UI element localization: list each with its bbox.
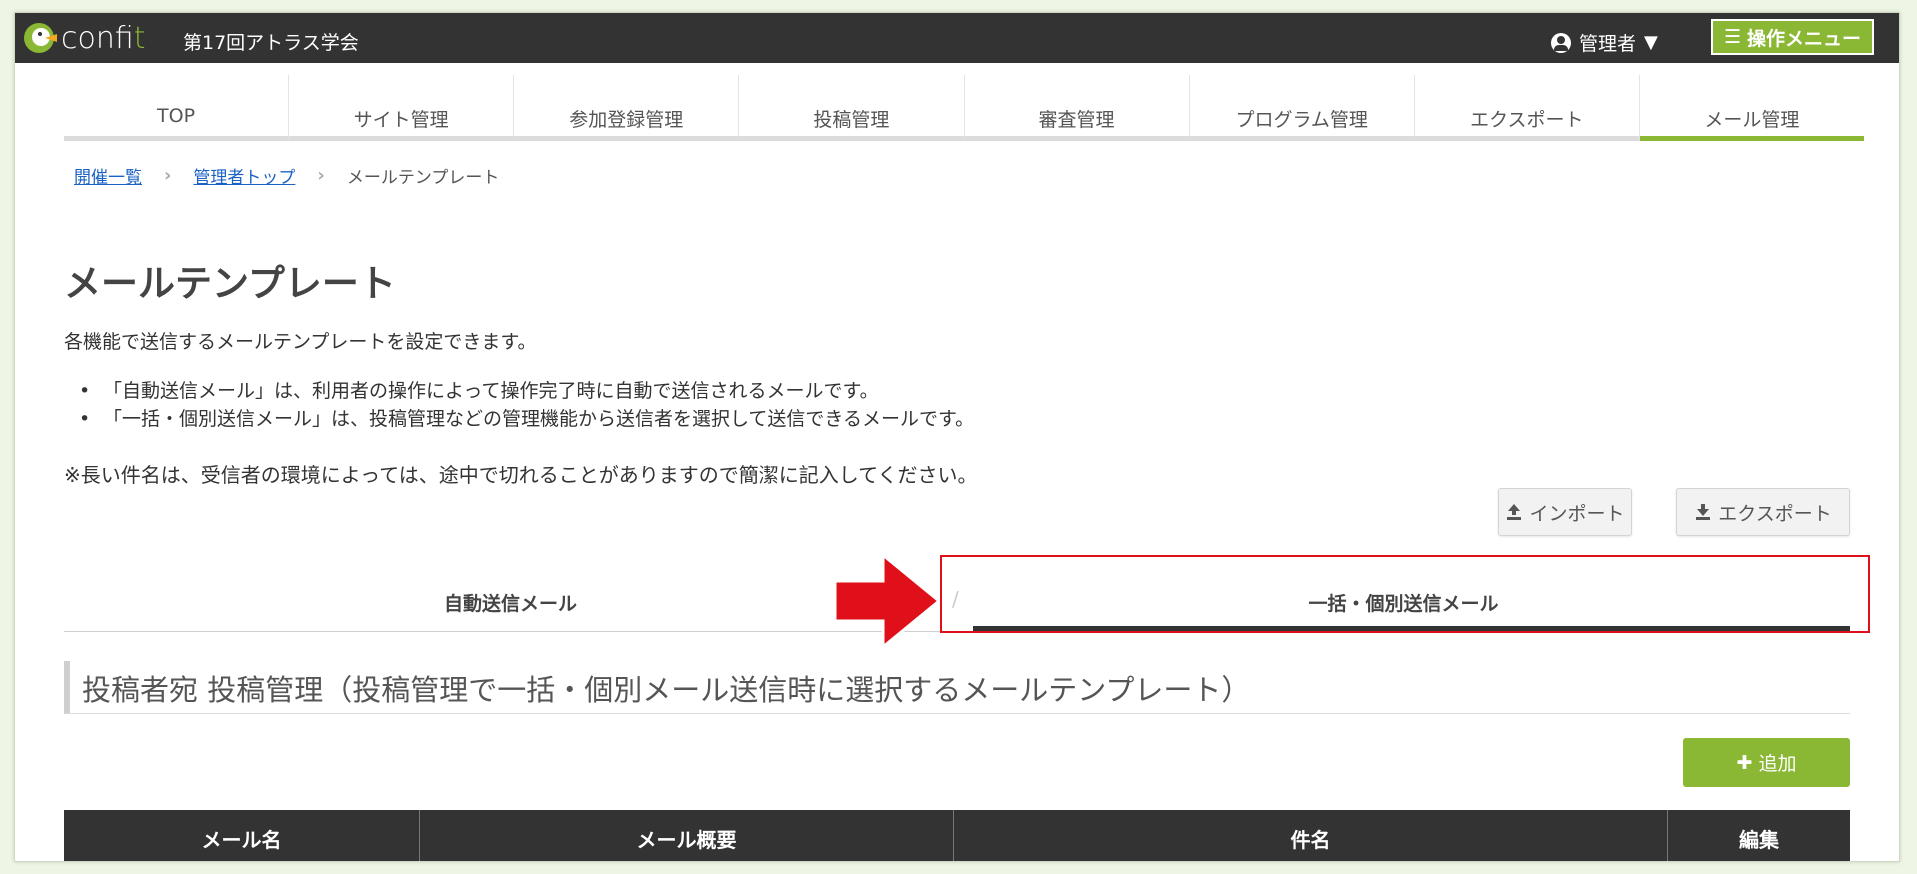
breadcrumb-admin-top[interactable]: 管理者トップ bbox=[193, 163, 295, 188]
breadcrumb-event-list[interactable]: 開催一覧 bbox=[74, 163, 142, 188]
section-heading: 投稿者宛 投稿管理（投稿管理で一括・個別メール送信時に選択するメールテンプレート… bbox=[64, 661, 1850, 714]
logo-mark-icon bbox=[24, 23, 57, 53]
nav-item-mail[interactable]: メール管理 bbox=[1639, 75, 1864, 141]
top-bar: confit 第17回アトラス学会 管理者 ▼ ☰ 操作メニュー bbox=[15, 13, 1899, 63]
tab-bulk-send[interactable]: 一括・個別送信メール bbox=[957, 556, 1850, 632]
user-label: 管理者 bbox=[1579, 33, 1637, 55]
nav-item-export[interactable]: エクスポート bbox=[1414, 75, 1640, 141]
column-header-subject: 件名 bbox=[954, 810, 1668, 861]
upload-icon bbox=[1507, 504, 1522, 520]
user-menu[interactable]: 管理者 ▼ bbox=[1551, 29, 1658, 56]
operation-menu-button[interactable]: ☰ 操作メニュー bbox=[1711, 19, 1874, 55]
page-title: メールテンプレート bbox=[64, 262, 396, 305]
nav-item-top[interactable]: TOP bbox=[64, 75, 290, 141]
column-header-summary: メール概要 bbox=[420, 810, 954, 861]
info-list-item: 「自動送信メール」は、利用者の操作によって操作完了時に自動で送信されるメールです… bbox=[73, 377, 974, 405]
add-label: 追加 bbox=[1758, 753, 1797, 775]
breadcrumb: 開催一覧 › 管理者トップ › メールテンプレート bbox=[74, 163, 499, 188]
tab-auto-send[interactable]: 自動送信メール bbox=[64, 556, 957, 631]
chevron-right-icon: › bbox=[317, 165, 325, 186]
chevron-right-icon: › bbox=[164, 165, 172, 186]
chevron-down-icon: ▼ bbox=[1644, 32, 1658, 53]
info-list-item: 「一括・個別送信メール」は、投稿管理などの管理機能から送信者を選択して送信できる… bbox=[73, 405, 974, 433]
event-title: 第17回アトラス学会 bbox=[183, 32, 359, 54]
nav-item-site[interactable]: サイト管理 bbox=[289, 75, 515, 141]
download-icon bbox=[1696, 504, 1711, 520]
import-button[interactable]: インポート bbox=[1498, 488, 1632, 536]
template-tabs: 自動送信メール / 一括・個別送信メール bbox=[64, 556, 1850, 632]
user-icon bbox=[1551, 32, 1571, 53]
export-button[interactable]: エクスポート bbox=[1676, 488, 1850, 536]
breadcrumb-current: メールテンプレート bbox=[346, 168, 500, 188]
add-button[interactable]: ✚ 追加 bbox=[1683, 738, 1850, 787]
info-list: 「自動送信メール」は、利用者の操作によって操作完了時に自動で送信されるメールです… bbox=[73, 377, 974, 433]
subject-note: ※長い件名は、受信者の環境によっては、途中で切れることがありますので簡潔に記入し… bbox=[64, 463, 978, 487]
logo-wordmark: confit bbox=[61, 20, 146, 56]
nav-item-program[interactable]: プログラム管理 bbox=[1189, 75, 1415, 141]
main-nav: TOP サイト管理 参加登録管理 投稿管理 審査管理 プログラム管理 エクスポー… bbox=[64, 75, 1864, 141]
page-description: 各機能で送信するメールテンプレートを設定できます。 bbox=[64, 331, 537, 353]
confit-logo[interactable]: confit bbox=[23, 20, 146, 56]
nav-item-submission[interactable]: 投稿管理 bbox=[739, 75, 965, 141]
column-header-edit: 編集 bbox=[1739, 827, 1779, 852]
column-header-mail-name: メール名 bbox=[64, 810, 420, 861]
nav-item-review[interactable]: 審査管理 bbox=[964, 75, 1190, 141]
nav-item-registration[interactable]: 参加登録管理 bbox=[514, 75, 740, 141]
red-arrow-icon bbox=[833, 553, 942, 649]
table-header: メール名 メール概要 件名 編集 bbox=[64, 810, 1850, 861]
plus-icon: ✚ bbox=[1736, 751, 1753, 774]
app-window: confit 第17回アトラス学会 管理者 ▼ ☰ 操作メニュー TOP サイト… bbox=[14, 12, 1900, 862]
export-label: エクスポート bbox=[1718, 502, 1832, 525]
hamburger-icon: ☰ bbox=[1723, 26, 1742, 48]
operation-menu-label: 操作メニュー bbox=[1747, 27, 1862, 50]
import-label: インポート bbox=[1529, 502, 1625, 525]
